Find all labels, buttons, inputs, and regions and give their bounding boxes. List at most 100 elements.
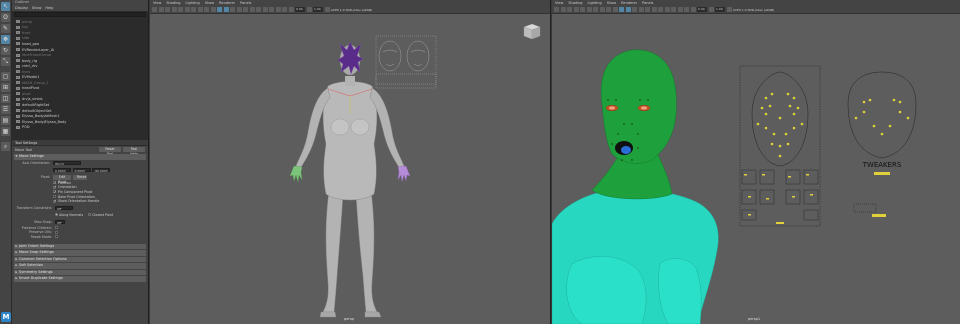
r-gamma-icon[interactable] [708, 7, 714, 12]
axis-z-field[interactable]: -90.0000 [92, 168, 110, 173]
smooth-shade-icon[interactable] [223, 7, 229, 12]
left-menu-panels[interactable]: Panels [240, 0, 251, 6]
right-menu-panels[interactable]: Panels [642, 0, 653, 6]
left-menu-lighting[interactable]: Lighting [186, 0, 200, 6]
wireframe-icon[interactable] [217, 7, 222, 12]
outliner-search-input[interactable] [14, 12, 146, 17]
pivot-option-checkbox[interactable] [53, 199, 57, 203]
layout-persp-icon[interactable]: ▤ [1, 116, 10, 125]
camera-attr-icon[interactable] [158, 7, 164, 12]
axis-y-field[interactable]: 0.0000 [72, 168, 91, 173]
r-field-chart-icon[interactable] [606, 7, 611, 12]
r-xray-icon[interactable] [677, 7, 683, 12]
step-snap-dropdown[interactable]: Off [55, 219, 65, 225]
right-viewport[interactable]: View Shading Lighting Show Renderer Pane… [552, 0, 960, 324]
left-menu-shading[interactable]: Shading [166, 0, 180, 6]
xray-icon[interactable] [275, 7, 281, 12]
joint-orient-section[interactable]: Joint Orient Settings [14, 243, 146, 250]
right-menu-lighting[interactable]: Lighting [588, 0, 602, 6]
aa-icon[interactable] [262, 7, 268, 12]
select-tool-icon[interactable]: ↖ [1, 2, 10, 11]
color-space-label[interactable]: ACES 1.0 SDR-video (sRGB) [331, 8, 372, 12]
smart-duplicate-section[interactable]: Smart Duplicate Settings [14, 276, 146, 282]
pivot-option-checkbox[interactable] [53, 185, 57, 189]
r-shadows-icon[interactable] [645, 7, 650, 12]
r-safe-action-icon[interactable] [612, 7, 618, 12]
r-lights-icon[interactable] [638, 7, 644, 12]
axis-x-field[interactable]: 0.0000 [53, 168, 71, 173]
gamma-field[interactable]: 1.00 [313, 7, 323, 12]
right-menu-renderer[interactable]: Renderer [621, 0, 637, 6]
r-color-mgmt-icon[interactable] [726, 7, 732, 12]
r-motion-blur-icon[interactable] [658, 7, 663, 12]
color-mgmt-icon[interactable] [324, 7, 330, 12]
layout-side-icon[interactable]: ◫ [1, 94, 10, 103]
outliner-menu-help[interactable]: Help [45, 5, 53, 11]
bookmark-icon[interactable] [165, 7, 170, 12]
r-film-gate-icon[interactable] [586, 7, 592, 12]
transform-constraint-dropdown[interactable]: Off [55, 205, 73, 211]
r-color-space-label[interactable]: ACES 1.0 SDR-video (sRGB) [733, 8, 774, 12]
r-isolate-icon[interactable] [671, 7, 676, 12]
move-settings-section[interactable]: Move Settings [14, 154, 146, 160]
r-grid-icon[interactable] [580, 7, 585, 12]
layout-graph-icon[interactable]: ▦ [1, 127, 10, 136]
r-smooth-shade-icon[interactable] [625, 7, 631, 12]
r-ao-icon[interactable] [651, 7, 657, 12]
axis-orientation-dropdown[interactable]: World [53, 161, 81, 166]
outliner-item[interactable]: POD [16, 124, 148, 130]
layout-four-icon[interactable]: ⊞ [1, 83, 10, 92]
common-selection-section[interactable]: Common Selection Options [14, 256, 146, 263]
exposure-icon[interactable] [288, 7, 294, 12]
left-viewport[interactable]: View Shading Lighting Show Renderer Pane… [150, 0, 551, 324]
preserve-uvs-checkbox[interactable] [55, 230, 58, 234]
camera-icon[interactable] [152, 7, 157, 12]
r-bookmark-icon[interactable] [567, 7, 572, 12]
grid-icon[interactable] [178, 7, 183, 12]
r-xray-joints-icon[interactable] [684, 7, 689, 12]
r-exposure-icon[interactable] [690, 7, 696, 12]
left-menu-show[interactable]: Show [205, 0, 214, 6]
tweak-mode-checkbox[interactable] [55, 235, 58, 239]
scale-tool-icon[interactable]: ⤡ [1, 57, 10, 66]
motion-blur-icon[interactable] [256, 7, 261, 12]
edit-pivot-button[interactable]: Edit Pivot [53, 174, 71, 184]
lights-icon[interactable] [236, 7, 242, 12]
magnify-icon[interactable]: ⌕ [1, 142, 10, 151]
pivot-option-checkbox[interactable] [53, 195, 56, 199]
symmetry-section[interactable]: Symmetry Settings [14, 269, 146, 276]
exposure-field[interactable]: 0.00 [295, 7, 305, 12]
r-resolution-gate-icon[interactable] [593, 7, 598, 12]
r-image-plane-icon[interactable] [573, 7, 579, 12]
r-gamma-field[interactable]: 1.00 [715, 7, 725, 12]
tool-help-button[interactable]: Tool Help [123, 147, 145, 156]
lasso-tool-icon[interactable]: ʘ [1, 13, 10, 22]
right-menu-shading[interactable]: Shading [568, 0, 582, 6]
closest-point-radio[interactable] [88, 213, 92, 217]
outliner-menu-show[interactable]: Show [32, 5, 41, 11]
xray-joints-icon[interactable] [282, 7, 287, 12]
right-menu-view[interactable]: View [555, 0, 563, 6]
resolution-gate-icon[interactable] [191, 7, 196, 12]
textured-icon[interactable] [230, 7, 235, 12]
left-menu-view[interactable]: View [153, 0, 161, 6]
layout-single-icon[interactable]: ▢ [1, 72, 10, 81]
shadows-icon[interactable] [243, 7, 248, 12]
ao-icon[interactable] [249, 7, 255, 12]
r-camera-attr-icon[interactable] [560, 7, 566, 12]
r-wireframe-icon[interactable] [619, 7, 624, 12]
reset-tool-button[interactable]: Reset Tool [99, 147, 121, 156]
r-gate-mask-icon[interactable] [599, 7, 605, 12]
soft-selection-section[interactable]: Soft Selection [14, 263, 146, 269]
move-snap-section[interactable]: Move Snap Settings [14, 250, 146, 256]
right-menu-show[interactable]: Show [607, 0, 616, 6]
rotate-tool-icon[interactable]: ↻ [1, 46, 10, 55]
along-normals-radio[interactable] [55, 213, 58, 217]
outliner-menu-display[interactable]: Display [15, 5, 28, 11]
isolate-icon[interactable] [269, 7, 274, 12]
pivot-option-checkbox[interactable] [53, 190, 57, 194]
pivot-option-checkbox[interactable] [53, 181, 57, 185]
gate-mask-icon[interactable] [197, 7, 203, 12]
preserve-children-checkbox[interactable] [55, 226, 58, 230]
character-closeup[interactable] [552, 49, 719, 324]
